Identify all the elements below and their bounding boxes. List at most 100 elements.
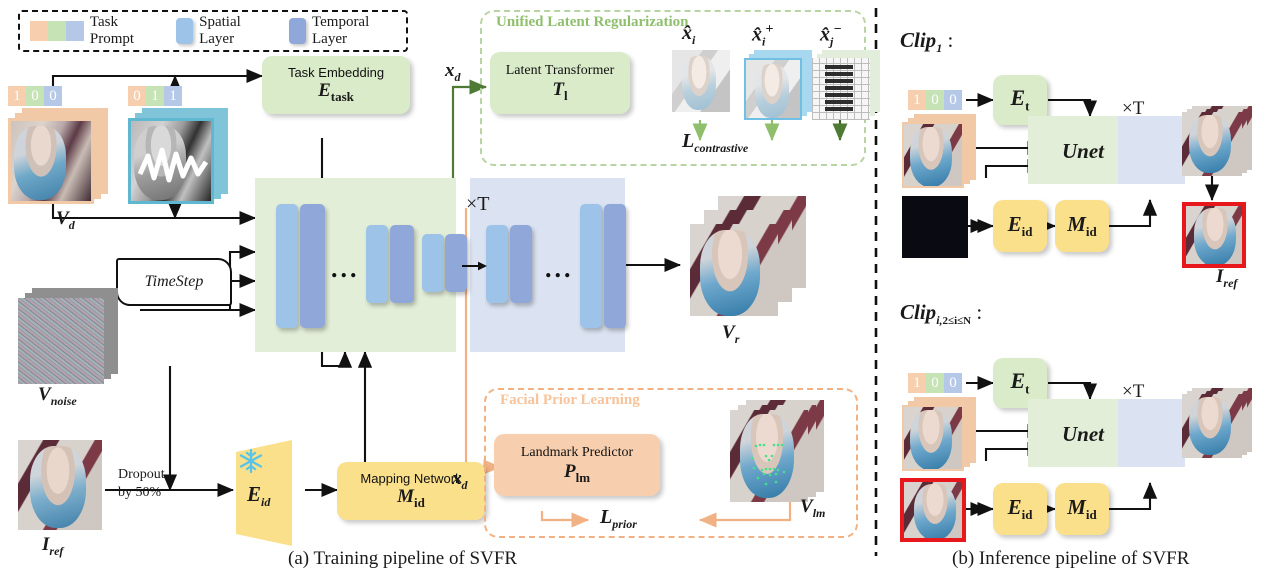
clip1-iref-image [1182,202,1246,268]
mapping-network-symbol: Mid [397,486,425,510]
facial-landmark-points-icon [750,443,786,486]
xd-label-bottom: xd [452,468,468,492]
vd-subscript: d [68,217,75,232]
task-embedding-title: Task Embedding [287,64,385,80]
vd-label: Vd [56,208,75,233]
timestep-label: TimeStep [144,273,204,290]
vnoise-subscript: noise [50,393,77,408]
clip1-iref-label: Iref [1216,266,1238,290]
dropout-line-2: by 50% [118,484,162,500]
prompt-digit: 1 [908,90,926,110]
vr-label: Vr [722,322,740,346]
landmark-predictor-title: Landmark Predictor [520,444,634,460]
facial-prior-title: Facial Prior Learning [500,392,640,408]
clip1-title: Clip1 : [900,28,954,56]
dropout-label: Dropout by 50% [118,466,165,501]
unet-times-t-label: ×T [466,193,490,215]
vd-symbol: V [56,208,69,229]
clipi-id-mapping-box[interactable]: Mid [1055,483,1109,535]
task-prompt-swatch-2 [47,21,66,41]
spatial-layer-block [422,234,444,292]
legend-label-spatial-layer: Spatial Layer [199,14,241,47]
legend: Task Prompt Spatial Layer Temporal Layer [18,10,408,52]
unet-mid-arrow [462,261,487,271]
legend-label-task-prompt: Task Prompt [89,14,135,47]
clipi-et-symbol: Et [1010,368,1030,397]
frozen-snowflake-icon [239,448,263,474]
task-embedding-box[interactable]: Task Embedding Etask [262,56,410,114]
clipi-unet-label: Unet [1062,422,1104,446]
clipi-id-encoder-box[interactable]: Eid [993,483,1047,535]
contrastive-loss-label: Lcontrastive [682,130,749,155]
clip1-unet-temporal-panel [1118,116,1185,184]
clip1-et-symbol: Et [1010,85,1030,114]
clipi-mid-symbol: Mid [1067,494,1097,522]
temporal-layer-block [300,204,325,328]
latent-transformer-symbol: Tl [552,78,568,103]
vnoise-label: Vnoise [38,384,77,409]
prompt-digit: 0 [128,86,146,106]
iref-image [18,440,102,530]
temporal-layer-block [510,225,532,303]
task-prompt-vd-clean: 1 0 0 [8,86,62,106]
prompt-digit: 1 [146,86,164,106]
latent-anchor-label: x̂i [682,22,696,47]
training-caption: (a) Training pipeline of SVFR [288,548,518,569]
latent-regularization-title: Unified Latent Regularization [496,14,689,30]
task-prompt-vd-degraded: 0 1 1 [128,86,182,106]
spatial-layer-block [276,204,298,328]
task-prompt-swatch-1 [30,21,48,41]
landmark-predictor-box[interactable]: Landmark Predictor Plm [494,434,660,496]
clip1-eid-symbol: Eid [1007,211,1033,239]
latent-transformer-title: Latent Transformer [505,62,615,78]
prompt-digit: 0 [944,90,962,110]
legend-label-temporal-layer: Temporal Layer [312,14,370,47]
timestep-box: TimeStep [116,258,232,306]
spatial-layer-block [580,204,602,328]
temporal-layer-block [390,225,414,303]
clipi-title: Clipi,2≤i≤N : [900,300,983,328]
clip1-id-mapping-box[interactable]: Mid [1055,200,1109,252]
temporal-layer-block [604,204,626,328]
iref-subscript: ref [49,543,64,558]
inference-caption: (b) Inference pipeline of SVFR [952,548,1190,569]
clip1-id-encoder-box[interactable]: Eid [993,200,1047,252]
clipi-unet-temporal-panel [1118,399,1185,467]
clip1-task-prompt: 1 0 0 [908,90,962,110]
latent-transformer-box[interactable]: Latent Transformer Tl [490,52,630,114]
clip1-black-frame [902,196,968,258]
clipi-iref-image [900,478,966,542]
landmark-predictor-symbol: Plm [563,460,591,485]
vnoise-symbol: V [38,384,51,405]
prompt-digit: 0 [26,86,44,106]
clip1-mid-symbol: Mid [1067,211,1097,239]
unet-right-ellipsis: ... [545,254,574,283]
temporal-layer-swatch [288,18,306,44]
eid-symbol-label: Eid [247,482,271,510]
task-embedding-symbol: Etask [318,80,354,104]
unet-left-ellipsis: ... [331,254,360,283]
clip1-unet-label: Unet [1062,139,1104,163]
prompt-digit: 1 [164,86,182,106]
spatial-layer-block [366,225,388,303]
clip1-times-t-label: ×T [1122,98,1145,119]
prior-loss-label: Lprior [600,506,637,531]
prompt-digit: 0 [944,373,962,393]
prompt-digit: 1 [8,86,26,106]
spatial-layer-swatch [176,18,194,44]
clipi-times-t-label: ×T [1122,381,1145,402]
clipi-eid-symbol: Eid [1007,494,1033,522]
prompt-digit: 0 [44,86,62,106]
task-prompt-swatch-3 [65,21,84,41]
xd-label-top: xd [445,60,461,84]
spatial-layer-block [486,225,508,303]
prompt-digit: 0 [926,373,944,393]
latent-positive-label: x̂i+ [752,22,774,49]
mapping-network-title: Mapping Network [360,470,462,486]
prompt-digit: 0 [926,90,944,110]
iref-label: Iref [42,534,63,559]
latent-negative-label: x̂j− [820,22,842,49]
prompt-digit: 1 [908,373,926,393]
dropout-line-1: Dropout [118,467,165,482]
clipi-task-prompt: 1 0 0 [908,373,962,393]
